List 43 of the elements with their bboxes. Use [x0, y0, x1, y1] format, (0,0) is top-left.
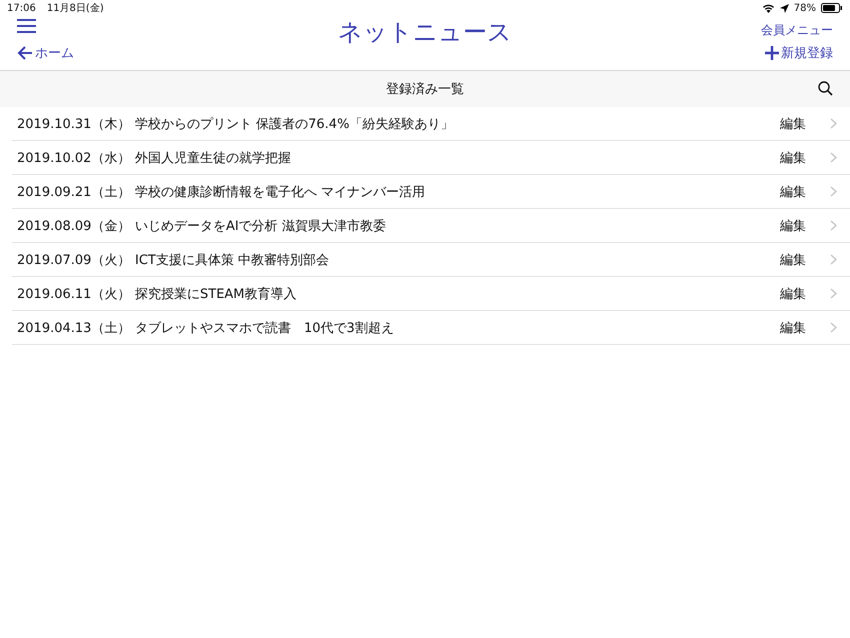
- page-title: ネットニュース: [337, 17, 513, 48]
- status-date: 11月8日(金): [46, 2, 104, 15]
- plus-icon: [765, 46, 779, 60]
- news-date: 2019.10.02（水）: [16, 150, 132, 166]
- chevron-icon[interactable]: [830, 152, 837, 163]
- battery-percent: 78%: [794, 2, 816, 14]
- news-date: 2019.04.13（土）: [16, 320, 132, 336]
- news-title: タブレットやスマホで読書 10代で3割超え: [135, 320, 395, 336]
- news-title: 学校の健康診断情報を電子化へ マイナンバー活用: [135, 184, 426, 200]
- new-entry-button[interactable]: 新規登録: [765, 44, 833, 62]
- news-date: 2019.06.11（火）: [16, 286, 132, 302]
- status-time: 17:06: [7, 2, 36, 14]
- edit-button[interactable]: 編集: [780, 182, 806, 200]
- edit-button[interactable]: 編集: [780, 216, 806, 234]
- arrow-left-icon: [17, 46, 33, 60]
- news-date: 2019.09.21（土）: [16, 184, 132, 200]
- section-title: 登録済み一覧: [386, 81, 464, 98]
- news-date: 2019.08.09（金）: [16, 218, 132, 234]
- news-title: 外国人児童生徒の就学把握: [135, 150, 292, 166]
- news-title: ICT支援に具体策 中教審特別部会: [135, 252, 330, 268]
- chevron-icon[interactable]: [830, 186, 837, 197]
- battery-icon: [821, 3, 843, 13]
- chevron-icon[interactable]: [830, 322, 837, 333]
- news-title: 学校からのプリント 保護者の76.4%「紛失経験あり」: [135, 116, 454, 132]
- news-title: いじめデータをAIで分析 滋賀県大津市教委: [135, 218, 387, 234]
- news-date: 2019.10.31（木）: [16, 116, 132, 132]
- edit-button[interactable]: 編集: [780, 148, 806, 166]
- edit-button[interactable]: 編集: [780, 284, 806, 302]
- chevron-icon[interactable]: [830, 220, 837, 231]
- edit-button[interactable]: 編集: [780, 114, 806, 132]
- search-icon[interactable]: [818, 81, 833, 96]
- chevron-icon[interactable]: [830, 118, 837, 129]
- location-arrow-icon: [780, 4, 789, 12]
- chevron-icon[interactable]: [830, 288, 837, 299]
- news-date: 2019.07.09（火）: [16, 252, 132, 268]
- edit-button[interactable]: 編集: [780, 250, 806, 268]
- wifi-icon: [762, 3, 775, 13]
- back-button[interactable]: ホーム: [17, 44, 74, 62]
- news-title: 探究授業にSTEAM教育導入: [135, 286, 298, 302]
- menu-icon[interactable]: [17, 18, 36, 34]
- member-menu-button[interactable]: 会員メニュー: [761, 22, 833, 39]
- edit-button[interactable]: 編集: [780, 318, 806, 336]
- chevron-icon[interactable]: [830, 254, 837, 265]
